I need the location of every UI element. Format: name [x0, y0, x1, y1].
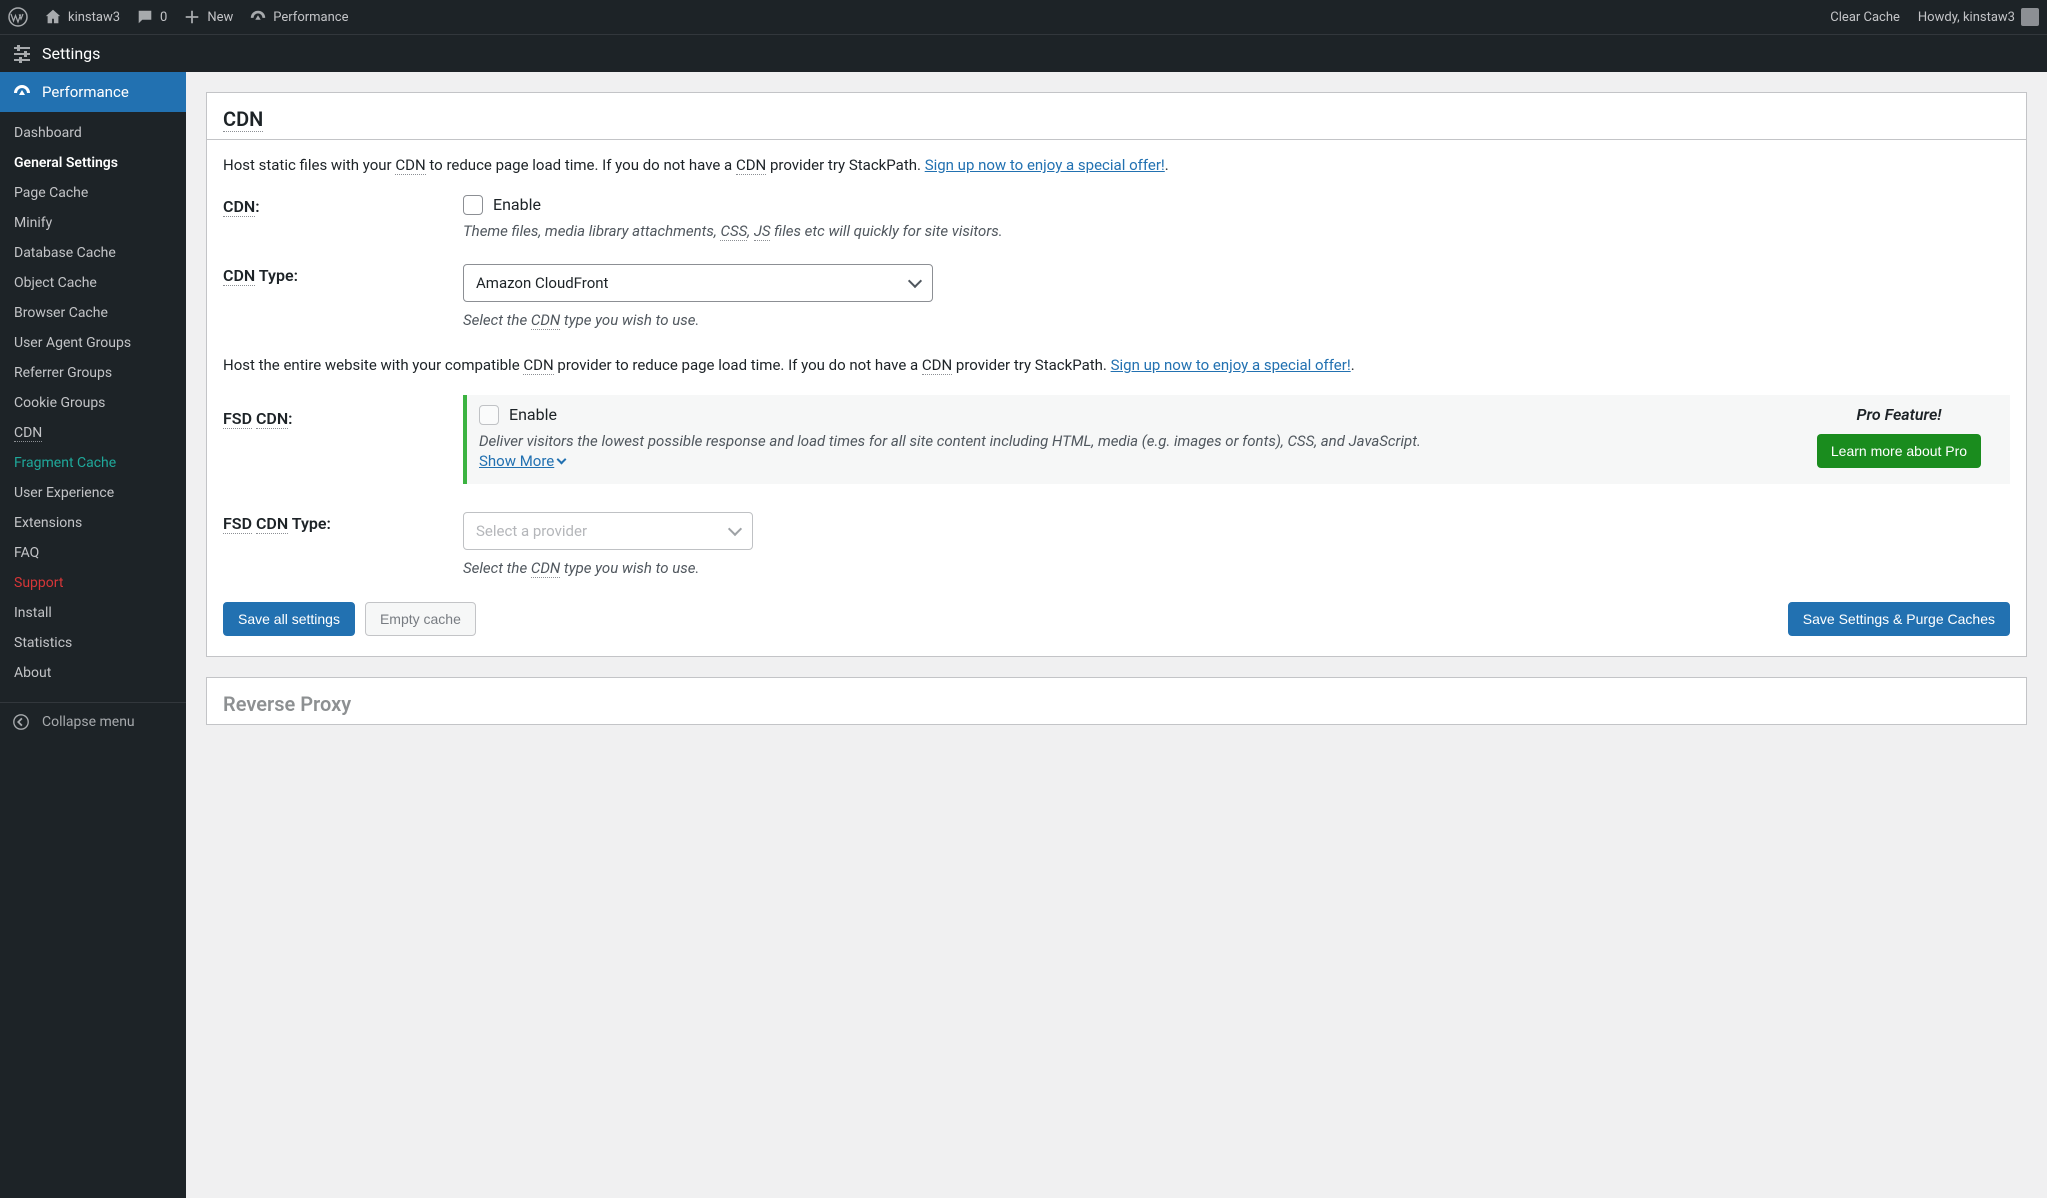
- sidebar-item[interactable]: CDN: [0, 418, 186, 448]
- save-all-button[interactable]: Save all settings: [223, 602, 355, 636]
- cdn-panel: CDN Host static files with your CDN to r…: [206, 92, 2027, 657]
- fsd-type-desc: Select the CDN type you wish to use.: [463, 558, 2010, 580]
- fsd-intro: Host the entire website with your compat…: [223, 354, 2010, 377]
- sidebar-item[interactable]: Install: [0, 598, 186, 628]
- fsd-enable-checkbox: [479, 405, 499, 425]
- empty-cache-button[interactable]: Empty cache: [365, 602, 476, 636]
- admin-bar-left: kinstaw3 0 New Performance: [8, 7, 1830, 27]
- cdn-enable-checkbox[interactable]: [463, 195, 483, 215]
- sidebar-item[interactable]: Object Cache: [0, 268, 186, 298]
- content-area: CDN Host static files with your CDN to r…: [186, 72, 2047, 1198]
- collapse-icon: [12, 713, 30, 731]
- fsd-cdn-row: FSD CDN: Enable Deliver visitors the low…: [223, 395, 2010, 503]
- sidebar-item[interactable]: General Settings: [0, 148, 186, 178]
- avatar: [2021, 8, 2039, 26]
- fsd-type-placeholder: Select a provider: [476, 522, 587, 540]
- fsd-desc: Deliver visitors the lowest possible res…: [479, 431, 1784, 453]
- sidebar-item[interactable]: Statistics: [0, 628, 186, 658]
- settings-title: Settings: [42, 44, 100, 63]
- gauge-icon: [12, 82, 32, 102]
- show-more-link[interactable]: Show More: [479, 452, 565, 470]
- fsd-enable-label: Enable: [509, 405, 557, 424]
- menu-top-performance[interactable]: Performance: [0, 72, 186, 112]
- clear-cache-link[interactable]: Clear Cache: [1830, 10, 1900, 25]
- menu-top-label: Performance: [42, 83, 129, 101]
- sidebar-item[interactable]: Browser Cache: [0, 298, 186, 328]
- admin-bar-right: Clear Cache Howdy, kinstaw3: [1830, 8, 2039, 26]
- comments-link[interactable]: 0: [136, 8, 167, 26]
- sidebar-item[interactable]: Referrer Groups: [0, 358, 186, 388]
- sidebar-item[interactable]: Extensions: [0, 508, 186, 538]
- sidebar-item[interactable]: Cookie Groups: [0, 388, 186, 418]
- cdn-type-desc: Select the CDN type you wish to use.: [463, 310, 2010, 332]
- new-label: New: [207, 10, 233, 25]
- howdy-text: Howdy, kinstaw3: [1918, 10, 2015, 25]
- submenu: DashboardGeneral SettingsPage CacheMinif…: [0, 112, 186, 702]
- sidebar-item[interactable]: Minify: [0, 208, 186, 238]
- chevron-down-icon: [908, 274, 922, 288]
- comment-icon: [136, 8, 154, 26]
- cdn-enable-row: CDN: Enable Theme files, media library a…: [223, 195, 2010, 243]
- comments-count: 0: [160, 10, 167, 25]
- sidebar-item[interactable]: Database Cache: [0, 238, 186, 268]
- learn-pro-button[interactable]: Learn more about Pro: [1817, 434, 1981, 468]
- sidebar-item[interactable]: User Agent Groups: [0, 328, 186, 358]
- admin-bar: kinstaw3 0 New Performance Clear Cache H…: [0, 0, 2047, 34]
- reverse-proxy-panel: Reverse Proxy: [206, 677, 2027, 725]
- sidebar-item[interactable]: Page Cache: [0, 178, 186, 208]
- chevron-down-icon: [728, 522, 742, 536]
- save-purge-button[interactable]: Save Settings & Purge Caches: [1788, 602, 2010, 636]
- cdn-type-select[interactable]: Amazon CloudFront: [463, 264, 933, 302]
- reverse-proxy-heading: Reverse Proxy: [223, 692, 2010, 716]
- cdn-heading-text: CDN: [223, 107, 263, 132]
- perf-label: Performance: [273, 10, 348, 25]
- signup-link-1[interactable]: Sign up now to enjoy a special offer!: [925, 156, 1165, 174]
- collapse-label: Collapse menu: [42, 714, 135, 730]
- sidebar-item[interactable]: Fragment Cache: [0, 448, 186, 478]
- chevron-down-icon: [557, 454, 567, 464]
- cdn-type-value: Amazon CloudFront: [476, 274, 608, 292]
- admin-sidebar: Performance DashboardGeneral SettingsPag…: [0, 72, 186, 1198]
- pro-feature-box: Enable Deliver visitors the lowest possi…: [463, 395, 2010, 485]
- settings-bar: Settings: [0, 34, 2047, 72]
- fsd-type-row: FSD CDN Type: Select a provider Select t…: [223, 512, 2010, 580]
- fsd-type-select: Select a provider: [463, 512, 753, 550]
- sidebar-item[interactable]: About: [0, 658, 186, 688]
- cdn-enable-label: Enable: [493, 195, 541, 214]
- collapse-menu[interactable]: Collapse menu: [0, 702, 186, 741]
- howdy-link[interactable]: Howdy, kinstaw3: [1918, 8, 2039, 26]
- cdn-intro: Host static files with your CDN to reduc…: [223, 154, 2010, 177]
- sliders-icon: [12, 44, 32, 64]
- plus-icon: [183, 8, 201, 26]
- perf-link[interactable]: Performance: [249, 8, 348, 26]
- site-link[interactable]: kinstaw3: [44, 8, 120, 26]
- gauge-icon: [249, 8, 267, 26]
- signup-link-2[interactable]: Sign up now to enjoy a special offer!: [1111, 356, 1351, 374]
- home-icon: [44, 8, 62, 26]
- site-name: kinstaw3: [68, 10, 120, 25]
- wp-logo[interactable]: [8, 7, 28, 27]
- sidebar-item[interactable]: FAQ: [0, 538, 186, 568]
- cdn-type-row: CDN Type: Amazon CloudFront Select the C…: [223, 264, 2010, 332]
- sidebar-item[interactable]: Support: [0, 568, 186, 598]
- button-row: Save all settings Empty cache Save Setti…: [223, 602, 2010, 636]
- pro-title: Pro Feature!: [1804, 405, 1994, 424]
- cdn-heading: CDN: [207, 93, 2026, 140]
- sidebar-item[interactable]: User Experience: [0, 478, 186, 508]
- cdn-enable-desc: Theme files, media library attachments, …: [463, 221, 2010, 243]
- new-link[interactable]: New: [183, 8, 233, 26]
- sidebar-item[interactable]: Dashboard: [0, 118, 186, 148]
